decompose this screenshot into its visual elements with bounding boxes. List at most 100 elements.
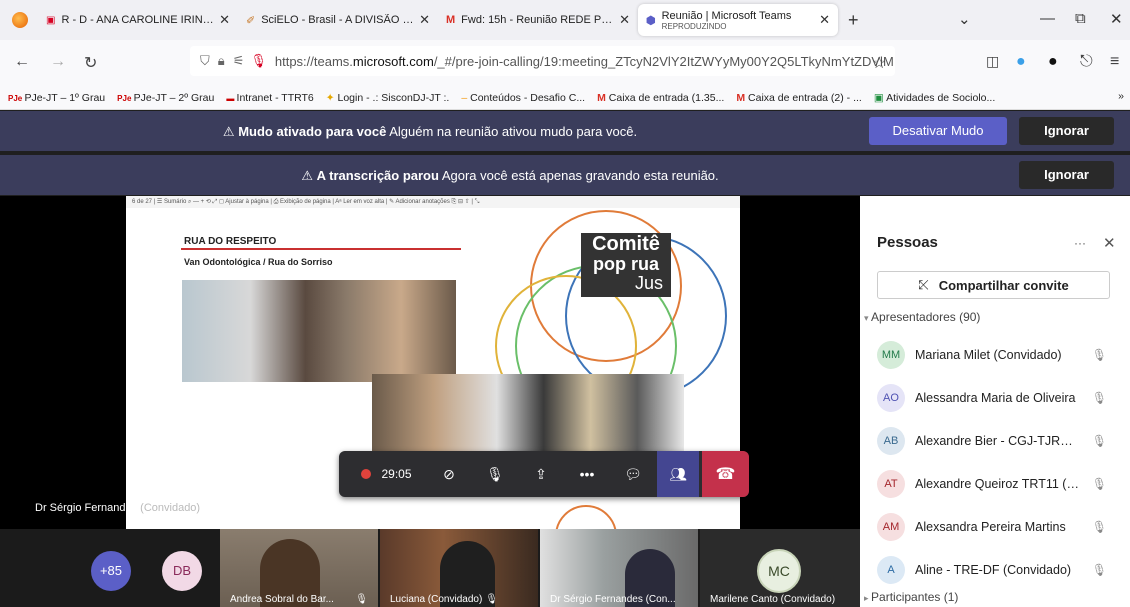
back-icon[interactable]: ← [14, 53, 30, 71]
person-row[interactable]: AT Alexandre Queiroz TRT11 (C... 🎙︎ [877, 470, 1127, 498]
person-row[interactable]: AM Alexsandra Pereira Martins 🎙︎ [877, 513, 1127, 541]
mic-off-button[interactable]: 🎙︎ [475, 451, 515, 497]
presenter-role: (Convidado) [140, 502, 201, 514]
comite-logo: Comitê pop rua Jus [581, 233, 671, 297]
pocket-icon[interactable]: ◫ [986, 53, 999, 70]
overflow-avatar[interactable]: +85 [91, 551, 131, 591]
tab-scielo[interactable]: ✐ SciELO - Brasil - A DIVISÃO SOC ✕ [238, 4, 438, 36]
person-row[interactable]: A Aline - TRE-DF (Convidado) 🎙︎ [877, 556, 1127, 584]
video-tile[interactable]: Andrea Sobral do Bar... 🎙︎ [220, 529, 378, 607]
camera-off-button[interactable]: ⊘ [429, 451, 469, 497]
share-screen-icon: ⇪ [535, 465, 547, 482]
presenter-label: Dr Sérgio Fernandes (Convidado) [35, 502, 200, 514]
tile-name: Andrea Sobral do Bar... [230, 594, 334, 605]
leave-call-button[interactable]: ☎ [702, 451, 749, 497]
tab-title: SciELO - Brasil - A DIVISÃO SOC [261, 14, 416, 26]
minimize-icon[interactable]: — [1040, 10, 1055, 27]
presenter-name: Dr Sérgio Fernandes [35, 502, 138, 514]
mic-off-icon: 🎙︎ [1091, 520, 1107, 534]
tab-title: R - D - ANA CAROLINE IRINEU.pdf [61, 14, 215, 26]
bookmark-item[interactable]: – Conteúdos - Desafio C... [461, 92, 585, 104]
share-icon[interactable]: ⎋ [1080, 53, 1093, 71]
video-tile[interactable]: Dr Sérgio Fernandes (Con... [540, 529, 698, 607]
share-invite-button[interactable]: ⤪ Compartilhar convite [877, 271, 1110, 299]
warning-icon: ⚠ [301, 168, 317, 183]
presenters-header[interactable]: ▾ Apresentadores (90) [864, 310, 980, 324]
slide-subtitle: Van Odontológica / Rua do Sorriso [184, 257, 333, 267]
person-name: Alexsandra Pereira Martins [915, 520, 1066, 534]
person-row[interactable]: MM Mariana Milet (Convidado) 🎙︎ [877, 341, 1127, 369]
tab-title-text: Reunião | Microsoft Teams [661, 9, 792, 22]
more-actions-button[interactable]: ••• [567, 451, 607, 497]
pje-icon: PJe [8, 93, 25, 103]
new-tab-icon[interactable]: + [848, 10, 859, 31]
content-icon: – [461, 91, 471, 104]
video-tile[interactable]: Luciana (Convidado) 🎙︎ [380, 529, 538, 607]
bookmark-label: Login - .: SisconDJ-JT :. [337, 91, 450, 104]
restore-icon[interactable]: ⧉ [1075, 10, 1086, 27]
tile-name: Luciana (Convidado) [390, 594, 483, 605]
window-close-icon[interactable]: ✕ [1110, 10, 1123, 28]
forward-icon[interactable]: → [50, 53, 66, 71]
gmail-icon: M [446, 14, 456, 26]
avatar: A [877, 556, 905, 584]
presenters-header-label: Apresentadores (90) [871, 310, 981, 324]
dismiss-mute-button[interactable]: Ignorar [1019, 117, 1114, 145]
people-button[interactable]: 👥︎ [657, 451, 699, 497]
mute-banner: ⚠ Mudo ativado para você Alguém na reuni… [0, 111, 1130, 151]
mic-permission-icon[interactable]: 🎙︎ [250, 53, 267, 69]
bookmark-item[interactable]: M Caixa de entrada (1.35... [597, 92, 724, 104]
person-row[interactable]: AB Alexandre Bier - CGJ-TJRS (C... 🎙︎ [877, 427, 1127, 455]
video-tile[interactable]: MC Marilene Canto (Convidado) [700, 529, 860, 607]
avatar[interactable]: DB [162, 551, 202, 591]
tile-name: Marilene Canto (Convidado) [710, 594, 836, 605]
mute-message: ⚠ Mudo ativado para você Alguém na reuni… [0, 124, 860, 140]
bookmark-item[interactable]: ▣ Atividades de Sociolo... [874, 92, 995, 104]
tab-pdf[interactable]: ▣ R - D - ANA CAROLINE IRINEU.pdf ✕ [38, 4, 238, 36]
address-bar[interactable]: ⛉ 🔒︎ ⚟ 🎙︎ https://teams.microsoft.com/_#… [190, 46, 895, 76]
tab-teams[interactable]: ⬢ Reunião | Microsoft Teams REPRODUZINDO … [638, 4, 838, 36]
logo-line: Jus [634, 273, 663, 293]
bookmark-item[interactable]: PJe PJe-JT – 2º Grau [117, 92, 214, 104]
person-name: Mariana Milet (Convidado) [915, 348, 1062, 362]
avatar: MC [757, 549, 801, 593]
close-icon[interactable]: ✕ [419, 12, 430, 28]
tab-gmail[interactable]: M Fwd: 15h - Reunião REDE POPR ✕ [438, 4, 638, 36]
panel-more-icon[interactable]: ··· [1074, 236, 1086, 250]
more-bookmarks-icon[interactable]: » [1118, 90, 1124, 102]
participants-header[interactable]: ▸ Participantes (1) [864, 590, 958, 604]
reload-icon[interactable]: ↻ [84, 53, 97, 73]
bookmark-item[interactable]: ▬ Intranet - TTRT6 [226, 92, 313, 104]
dental-van-photo [182, 280, 456, 382]
close-icon[interactable]: ✕ [619, 12, 630, 28]
pdf-icon: ▣ [46, 14, 56, 26]
bookmark-label: Atividades de Sociolo... [886, 91, 996, 104]
extension-icon[interactable]: ● [1016, 53, 1026, 71]
bookmark-item[interactable]: ✦ Login - .: SisconDJ-JT :. [326, 92, 450, 104]
lock-icon: 🔒︎ [217, 53, 225, 68]
participants-header-label: Participantes (1) [871, 590, 959, 604]
bookmark-item[interactable]: M Caixa de entrada (2) - ... [736, 92, 861, 104]
bookmark-item[interactable]: PJe PJe-JT – 1º Grau [8, 92, 105, 104]
shield-icon: ⛉ [200, 53, 210, 68]
recording-indicator: 29:05 [349, 451, 424, 497]
dismiss-transcript-button[interactable]: Ignorar [1019, 161, 1114, 189]
mic-off-icon: 🎙︎ [486, 465, 504, 482]
mic-off-icon: 🎙︎ [355, 594, 368, 605]
share-screen-button[interactable]: ⇪ [521, 451, 561, 497]
bookmark-star-icon[interactable]: ☆ [872, 53, 886, 73]
firefox-menu-icon[interactable] [12, 12, 28, 28]
account-icon[interactable]: ● [1048, 53, 1058, 71]
panel-close-icon[interactable]: ✕ [1103, 234, 1116, 252]
street-photo [372, 374, 684, 454]
close-icon[interactable]: ✕ [819, 12, 830, 28]
permissions-icon[interactable]: ⚟ [233, 53, 245, 69]
chat-button[interactable]: 💬︎ [613, 451, 653, 497]
tab-list-icon[interactable]: ⌄ [958, 10, 971, 28]
mic-off-icon: 🎙︎ [1091, 477, 1107, 491]
close-icon[interactable]: ✕ [219, 12, 230, 28]
person-row[interactable]: AO Alessandra Maria de Oliveira 🎙︎ [877, 384, 1127, 412]
unmute-button[interactable]: Desativar Mudo [869, 117, 1007, 145]
hamburger-menu-icon[interactable]: ≡ [1110, 53, 1119, 71]
record-dot-icon [361, 469, 372, 479]
